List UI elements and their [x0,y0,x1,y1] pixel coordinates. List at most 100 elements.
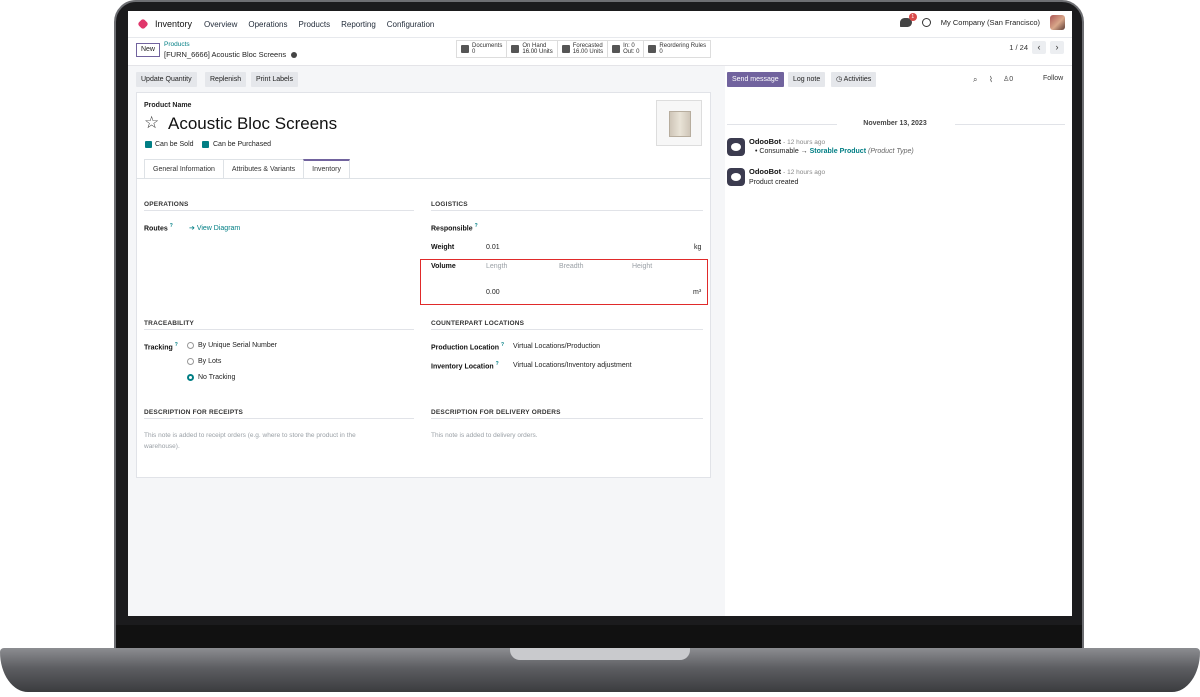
area-chart-icon [561,45,570,53]
smart-label: Documents [472,42,503,49]
can-be-purchased-checkbox[interactable] [202,141,209,148]
new-button[interactable]: New [136,43,160,57]
user-avatar[interactable] [1050,15,1065,30]
delivery-description-title: DESCRIPTION FOR DELIVERY ORDERS [431,409,561,416]
tracking-label: Tracking ? [144,342,178,351]
odoobot-avatar [727,168,745,186]
followers-button[interactable]: ♙0 [1003,75,1013,83]
inventory-app-icon[interactable] [137,18,149,30]
send-message-button[interactable]: Send message [727,72,784,87]
inventory-location-label-text: Inventory Location [431,363,494,371]
smart-label: Reordering Rules [659,42,707,49]
breadcrumb-current-label: [FURN_6666] Acoustic Bloc Screens [164,50,287,59]
notebook-tabs: General Information Attributes & Variant… [144,159,350,179]
author-name: OdooBot [749,167,782,176]
product-image[interactable] [656,100,702,146]
odoobot-avatar [727,138,745,156]
operations-title: OPERATIONS [144,201,189,208]
log-note-button[interactable]: Log note [788,72,826,87]
follow-button[interactable]: Follow [1043,75,1063,82]
routes-label: Routes ? [144,223,173,232]
activities-label: Activities [843,76,872,83]
activity-clock-icon[interactable] [921,18,931,27]
help-icon[interactable]: ? [496,361,499,367]
chat-icon[interactable]: 1 [899,13,917,27]
pager: 1 / 24 ‹ › [1009,41,1064,54]
smart-value: 16.00 Units [522,49,553,55]
receipts-note-input[interactable]: This note is added to receipt orders (e.… [144,432,356,439]
product-name-field[interactable]: Acoustic Bloc Screens [168,114,337,134]
replenish-button[interactable]: Replenish [205,72,247,87]
help-icon[interactable]: ? [501,342,504,348]
star-icon[interactable]: ☆ [144,114,159,131]
control-panel: New Products [FURN_6666] Acoustic Bloc S… [128,38,1072,66]
menu-operations[interactable]: Operations [248,20,287,29]
inventory-location-field[interactable]: Virtual Locations/Inventory adjustment [513,362,632,369]
message-body: Product created [749,179,799,186]
menu-overview[interactable]: Overview [204,20,237,29]
followers-count: 0 [1009,76,1014,83]
menu-reporting[interactable]: Reporting [341,20,376,29]
pager-previous-button[interactable]: ‹ [1032,41,1046,54]
pager-next-button[interactable]: › [1050,41,1064,54]
tracking-label-text: Tracking [144,344,173,352]
old-value: Consumable [759,148,799,155]
tracking-none-label[interactable]: No Tracking [198,374,235,381]
tab-inventory[interactable]: Inventory [303,159,350,179]
pager-value[interactable]: 1 / 24 [1009,43,1028,52]
tracking-lots-radio[interactable] [187,358,194,365]
message-author: OdooBot - 12 hours ago [749,167,825,176]
smart-value: 0 [659,49,663,55]
laptop-notch [510,648,690,660]
gear-icon[interactable] [291,52,298,59]
update-quantity-button[interactable]: Update Quantity [136,72,197,87]
tracking-serial-label[interactable]: By Unique Serial Number [198,342,277,349]
smart-button-reordering-rules[interactable]: Reordering Rules 0 [644,41,710,57]
paperclip-icon[interactable]: ⌇ [989,75,993,84]
weight-input[interactable]: 0.01 [486,244,500,251]
view-diagram-link[interactable]: ➔ View Diagram [189,224,240,232]
date-rule-right [955,124,1065,125]
smart-button-on-hand[interactable]: On Hand 16.00 Units [507,41,558,57]
company-switcher[interactable]: My Company (San Francisco) [941,18,1040,27]
receipts-note-input-line2[interactable]: warehouse). [144,443,180,450]
chatter-panel: Send message Log note ◷ Activities ⌕ ⌇ ♙… [725,66,1072,616]
tracking-change: • Consumable → Storable Product (Product… [755,148,914,155]
tab-general-information[interactable]: General Information [144,159,224,179]
logistics-divider [431,210,703,211]
menu-products[interactable]: Products [299,20,331,29]
print-labels-button[interactable]: Print Labels [251,72,298,87]
can-be-sold-label: Can be Sold [155,141,194,148]
inventory-location-label: Inventory Location ? [431,361,499,370]
production-location-label: Production Location ? [431,342,504,351]
message-time: - 12 hours ago [783,139,826,146]
tabs-divider [136,178,711,179]
refresh-icon [648,45,657,53]
delivery-divider [431,418,703,419]
logistics-title: LOGISTICS [431,201,468,208]
screen: Inventory Overview Operations Products R… [128,11,1072,616]
traceability-divider [144,329,414,330]
counterpart-locations-title: COUNTERPART LOCATIONS [431,320,525,327]
search-icon[interactable]: ⌕ [973,75,977,85]
help-icon[interactable]: ? [170,223,173,229]
smart-value: 16.00 Units [572,49,604,55]
smart-buttons: Documents 0 On Hand 16.00 Units Forecasted… [456,40,712,58]
delivery-note-input[interactable]: This note is added to delivery orders. [431,432,538,439]
app-name[interactable]: Inventory [155,19,192,29]
breadcrumb-products[interactable]: Products [164,41,190,48]
production-location-field[interactable]: Virtual Locations/Production [513,343,600,350]
smart-button-documents[interactable]: Documents 0 [457,41,508,57]
help-icon[interactable]: ? [475,223,478,229]
tab-attributes-variants[interactable]: Attributes & Variants [222,159,305,179]
product-name-label: Product Name [144,102,192,109]
activities-button[interactable]: ◷ Activities [831,72,877,87]
can-be-sold-checkbox[interactable] [145,141,152,148]
help-icon[interactable]: ? [175,342,178,348]
tracking-serial-radio[interactable] [187,342,194,349]
tracking-none-radio[interactable] [187,374,194,381]
tracking-lots-label[interactable]: By Lots [198,358,221,365]
menu-configuration[interactable]: Configuration [387,20,435,29]
smart-button-in-out[interactable]: In: 0 Out: 0 [608,41,645,57]
smart-button-forecasted[interactable]: Forecasted 16.00 Units [558,41,609,57]
